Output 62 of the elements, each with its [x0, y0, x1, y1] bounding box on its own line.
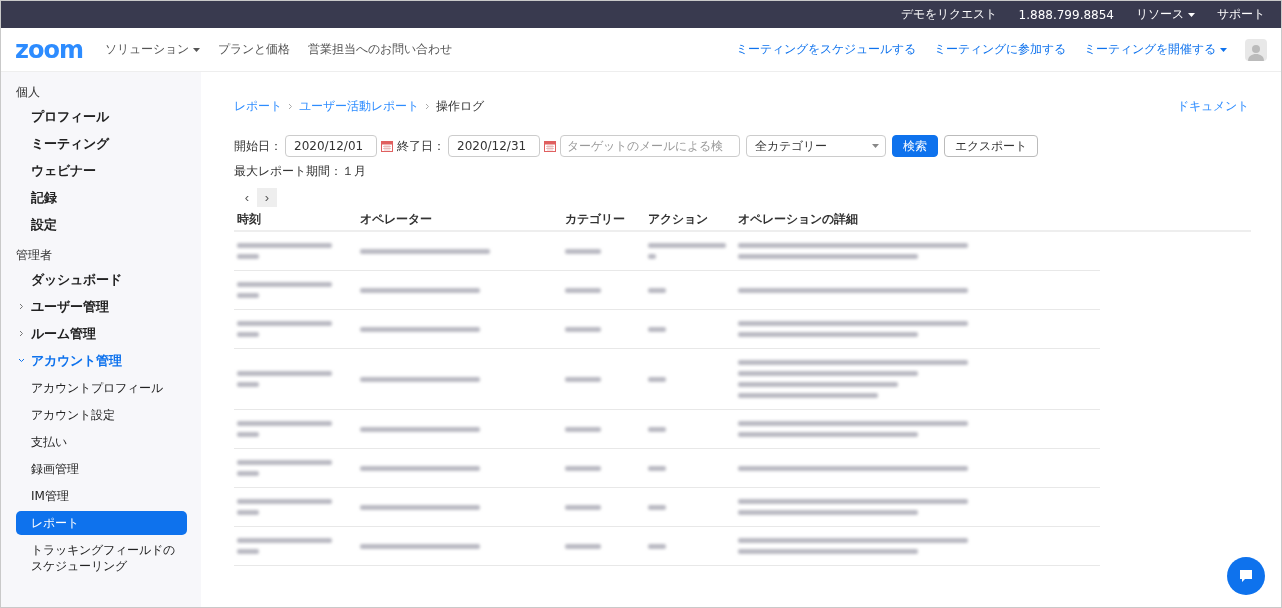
sidebar-item[interactable]: トラッキングフィールドのスケジューリング: [16, 538, 187, 578]
column-header: カテゴリー: [565, 211, 626, 228]
chevron-icon: [18, 330, 25, 337]
sidebar-item[interactable]: 録画管理: [16, 457, 187, 481]
calendar-icon[interactable]: [544, 140, 556, 152]
nav-link[interactable]: サポート: [1217, 6, 1265, 23]
sidebar-item[interactable]: レポート: [16, 511, 187, 535]
section-heading: 管理者: [16, 247, 53, 264]
nav-link[interactable]: プランと価格: [217, 41, 290, 58]
column-header: オペレーションの詳細: [738, 211, 859, 228]
search-button[interactable]: 検索: [892, 135, 938, 157]
target-email-field[interactable]: ターゲットのメールによる検: [560, 135, 740, 157]
column-header: アクション: [648, 211, 709, 228]
max-period-note: 最大レポート期間：１月: [234, 163, 367, 180]
nav-link[interactable]: ミーティングをスケジュールする: [736, 41, 916, 58]
dropdown-link[interactable]: リソース: [1136, 6, 1195, 23]
separator-icon: [425, 103, 430, 110]
sidebar-item[interactable]: IM管理: [16, 484, 187, 508]
nav-link[interactable]: 営業担当へのお問い合わせ: [307, 41, 452, 58]
avatar-icon[interactable]: [1245, 38, 1267, 61]
caret-icon: [192, 47, 200, 52]
sidebar-item[interactable]: 支払い: [16, 430, 187, 454]
sidebar-item[interactable]: 設定: [16, 213, 187, 237]
breadcrumb-link[interactable]: レポート: [234, 98, 282, 115]
section-heading: 個人: [16, 84, 41, 101]
column-header: オペレーター: [360, 211, 433, 228]
sidebar-item[interactable]: プロフィール: [16, 105, 187, 129]
nav-link[interactable]: デモをリクエスト: [900, 6, 997, 23]
separator-icon: [288, 103, 293, 110]
chevron-icon: [18, 357, 25, 364]
column-header: 時刻: [237, 211, 262, 228]
start-date-field[interactable]: 2020/12/01: [285, 135, 377, 157]
nav-link[interactable]: 1.888.799.8854: [1018, 7, 1114, 22]
document-link[interactable]: ドキュメント: [1177, 98, 1249, 115]
previous-page-button[interactable]: ‹: [237, 188, 257, 207]
sidebar-item[interactable]: 記録: [16, 186, 187, 210]
chevron-icon: [18, 303, 25, 310]
sidebar-item[interactable]: ウェビナー: [16, 159, 187, 183]
caret-icon: [1188, 12, 1195, 17]
chat-button[interactable]: [1227, 557, 1265, 595]
end-date-field[interactable]: 2020/12/31: [448, 135, 540, 157]
sidebar-item[interactable]: アカウント設定: [16, 403, 187, 427]
page-title: 操作ログ: [436, 98, 484, 115]
caret-icon: [872, 144, 879, 148]
breadcrumb-link[interactable]: ユーザー活動レポート: [299, 98, 419, 115]
nav-link[interactable]: ミーティングに参加する: [934, 41, 1066, 58]
start-date-label: 開始日：: [234, 137, 282, 155]
dropdown-link[interactable]: ソリューション: [104, 41, 200, 58]
sidebar-item[interactable]: ダッシュボード: [16, 268, 187, 292]
chat-icon: [1238, 568, 1254, 584]
sidebar-item[interactable]: アカウントプロフィール: [16, 376, 187, 400]
end-date-label: 終了日：: [397, 137, 445, 155]
sidebar-item[interactable]: ミーティング: [16, 132, 187, 156]
dropdown-link[interactable]: ミーティングを開催する: [1084, 41, 1227, 58]
category-select[interactable]: 全カテゴリー: [746, 135, 886, 157]
next-page-button[interactable]: ›: [257, 188, 277, 207]
sidebar-item[interactable]: ルーム管理: [16, 322, 187, 346]
calendar-icon[interactable]: [381, 140, 393, 152]
sidebar-item[interactable]: アカウント管理: [16, 349, 187, 373]
sidebar-item[interactable]: ユーザー管理: [16, 295, 187, 319]
caret-icon: [1220, 47, 1227, 52]
export-button[interactable]: エクスポート: [944, 135, 1038, 157]
